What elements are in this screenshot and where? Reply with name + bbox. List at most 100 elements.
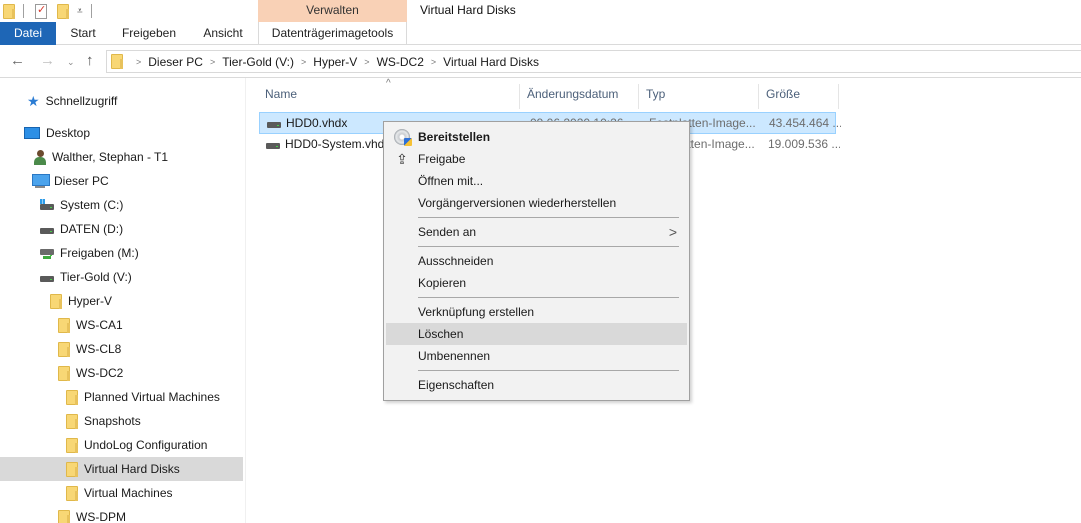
user-folder-icon bbox=[34, 149, 46, 165]
nav-item-hyper-v[interactable]: Hyper-V bbox=[0, 289, 243, 313]
folder-icon bbox=[66, 389, 78, 405]
folder-icon bbox=[58, 341, 70, 357]
menu-item-label: Ausschneiden bbox=[418, 254, 494, 268]
tab-freigeben[interactable]: Freigeben bbox=[110, 22, 188, 45]
menu-separator bbox=[418, 297, 679, 298]
menu-item-label: Umbenennen bbox=[418, 349, 491, 363]
nav-item-ws-cl8[interactable]: WS-CL8 bbox=[0, 337, 243, 361]
breadcrumb-separator-icon[interactable]: > bbox=[210, 57, 215, 67]
context-menu: Bereitstellen ⇪ Freigabe Öffnen mit... V… bbox=[383, 121, 690, 401]
customize-dropdown-icon[interactable]: ⩡ bbox=[77, 6, 83, 17]
menu-item-label: Öffnen mit... bbox=[418, 174, 484, 188]
tab-ansicht[interactable]: Ansicht bbox=[188, 22, 258, 45]
menu-item-bereitstellen[interactable]: Bereitstellen bbox=[386, 126, 687, 148]
folder-icon bbox=[66, 437, 78, 453]
column-header-size[interactable]: Größe bbox=[759, 84, 839, 109]
nav-item-label: WS-CA1 bbox=[76, 318, 123, 332]
nav-item-tier-gold-v[interactable]: Tier-Gold (V:) bbox=[0, 265, 243, 289]
folder-icon bbox=[66, 461, 78, 477]
menu-item-label: Eigenschaften bbox=[418, 378, 495, 392]
toolbar-divider bbox=[91, 4, 92, 18]
breadcrumb-dieser-pc[interactable]: Dieser PC bbox=[148, 55, 203, 69]
file-size: 19.009.536 ... bbox=[768, 137, 840, 151]
file-size: 43.454.464 ... bbox=[769, 116, 841, 130]
menu-item-eigenschaften[interactable]: Eigenschaften bbox=[386, 374, 687, 396]
up-arrow-icon[interactable]: ↑ bbox=[86, 52, 94, 70]
forward-arrow-icon[interactable]: → bbox=[40, 52, 55, 70]
nav-item-ws-dc2[interactable]: WS-DC2 bbox=[0, 361, 243, 385]
nav-item-schnellzugriff[interactable]: ★ Schnellzugriff bbox=[0, 89, 243, 113]
breadcrumb-separator-icon[interactable]: > bbox=[136, 57, 141, 67]
menu-item-verknuepfung-erstellen[interactable]: Verknüpfung erstellen bbox=[386, 301, 687, 323]
column-header-name[interactable]: Name bbox=[258, 84, 520, 109]
folder-icon bbox=[58, 317, 70, 333]
folder-icon bbox=[58, 509, 70, 523]
breadcrumb-virtual-hard-disks[interactable]: Virtual Hard Disks bbox=[443, 55, 539, 69]
menu-separator bbox=[418, 217, 679, 218]
nav-item-ws-dpm[interactable]: WS-DPM bbox=[0, 505, 243, 523]
nav-item-label: Dieser PC bbox=[54, 174, 109, 188]
menu-item-label: Senden an bbox=[418, 225, 477, 239]
nav-item-freigaben-m[interactable]: Freigaben (M:) bbox=[0, 241, 243, 265]
quick-access-star-icon: ★ bbox=[27, 93, 40, 109]
share-icon: ⇪ bbox=[396, 151, 408, 167]
recent-locations-chevron-icon[interactable]: ⌄ bbox=[67, 53, 75, 71]
properties-icon[interactable] bbox=[35, 3, 47, 19]
folder-icon bbox=[111, 54, 123, 69]
nav-item-system-c[interactable]: System (C:) bbox=[0, 193, 243, 217]
navigation-pane: ★ Schnellzugriff Desktop Walther, Stepha… bbox=[0, 78, 246, 523]
menu-item-ausschneiden[interactable]: Ausschneiden bbox=[386, 250, 687, 272]
system-drive-icon bbox=[40, 199, 54, 211]
nav-item-virtual-hard-disks[interactable]: Virtual Hard Disks bbox=[0, 457, 243, 481]
nav-item-dieser-pc[interactable]: Dieser PC bbox=[0, 169, 243, 193]
menu-item-vorgaengerversionen[interactable]: Vorgängerversionen wiederherstellen bbox=[386, 192, 687, 214]
breadcrumb-separator-icon[interactable]: > bbox=[364, 57, 369, 67]
desktop-icon bbox=[24, 127, 40, 139]
nav-item-virtual-machines[interactable]: Virtual Machines bbox=[0, 481, 243, 505]
folder-icon bbox=[66, 485, 78, 501]
drive-icon bbox=[40, 271, 54, 283]
context-group-manage: Verwalten bbox=[258, 0, 407, 22]
nav-item-ws-ca1[interactable]: WS-CA1 bbox=[0, 313, 243, 337]
folder-icon bbox=[58, 365, 70, 381]
toolbar-divider bbox=[23, 4, 24, 18]
column-header-type[interactable]: Typ bbox=[639, 84, 759, 109]
tab-datei[interactable]: Datei bbox=[0, 22, 56, 45]
nav-item-undolog-configuration[interactable]: UndoLog Configuration bbox=[0, 433, 243, 457]
menu-item-loeschen[interactable]: Löschen bbox=[386, 323, 687, 345]
tab-start[interactable]: Start bbox=[56, 22, 110, 45]
drive-icon bbox=[40, 223, 54, 235]
nav-item-user[interactable]: Walther, Stephan - T1 bbox=[0, 145, 243, 169]
menu-item-umbenennen[interactable]: Umbenennen bbox=[386, 345, 687, 367]
breadcrumb-tier-gold[interactable]: Tier-Gold (V:) bbox=[222, 55, 294, 69]
address-bar[interactable]: > Dieser PC > Tier-Gold (V:) > Hyper-V >… bbox=[106, 50, 1081, 73]
nav-item-snapshots[interactable]: Snapshots bbox=[0, 409, 243, 433]
file-name: HDD0.vhdx bbox=[286, 116, 348, 130]
title-bar: ⩡ Verwalten Virtual Hard Disks bbox=[0, 0, 1081, 22]
menu-item-label: Löschen bbox=[418, 327, 464, 341]
network-drive-icon bbox=[40, 247, 54, 259]
breadcrumb-hyper-v[interactable]: Hyper-V bbox=[313, 55, 357, 69]
new-folder-icon[interactable] bbox=[57, 3, 69, 19]
tab-datentraegerimagetools[interactable]: Datenträgerimagetools bbox=[258, 22, 407, 44]
menu-item-freigabe[interactable]: ⇪ Freigabe bbox=[386, 148, 687, 170]
nav-item-label: WS-CL8 bbox=[76, 342, 122, 356]
back-arrow-icon[interactable]: ← bbox=[10, 52, 25, 70]
breadcrumb-separator-icon[interactable]: > bbox=[301, 57, 306, 67]
nav-item-planned-virtual-machines[interactable]: Planned Virtual Machines bbox=[0, 385, 243, 409]
breadcrumb-ws-dc2[interactable]: WS-DC2 bbox=[377, 55, 424, 69]
column-header-date[interactable]: Änderungsdatum bbox=[520, 84, 639, 109]
nav-item-label: Virtual Machines bbox=[84, 486, 173, 500]
quick-access-toolbar bbox=[3, 3, 15, 19]
folder-icon[interactable] bbox=[3, 3, 15, 19]
menu-item-senden-an[interactable]: Senden an > bbox=[386, 221, 687, 243]
nav-item-label: Freigaben (M:) bbox=[60, 246, 139, 260]
menu-item-label: Freigabe bbox=[418, 152, 466, 166]
nav-item-label: Schnellzugriff bbox=[45, 94, 118, 108]
menu-item-kopieren[interactable]: Kopieren bbox=[386, 272, 687, 294]
menu-item-oeffnen-mit[interactable]: Öffnen mit... bbox=[386, 170, 687, 192]
nav-item-daten-d[interactable]: DATEN (D:) bbox=[0, 217, 243, 241]
breadcrumb-separator-icon[interactable]: > bbox=[431, 57, 436, 67]
nav-item-label: Virtual Hard Disks bbox=[84, 462, 180, 476]
nav-item-desktop[interactable]: Desktop bbox=[0, 121, 243, 145]
